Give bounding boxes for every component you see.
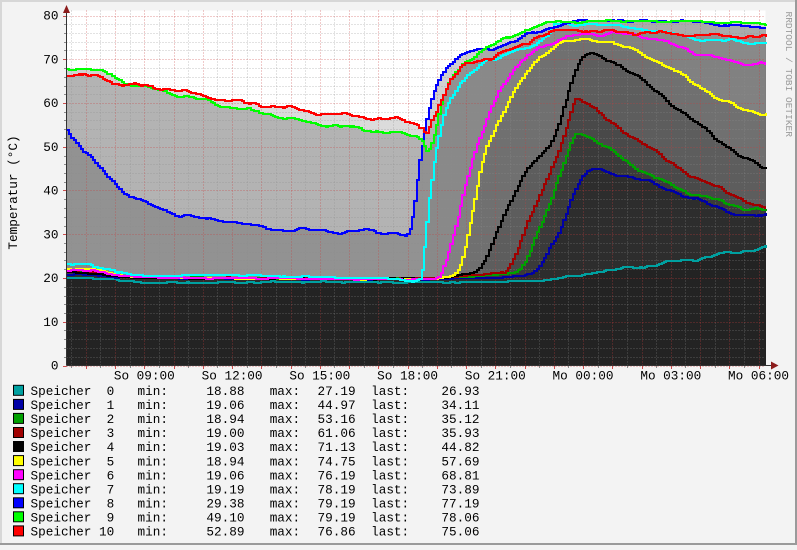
svg-text:19.06: 19.06: [206, 398, 244, 413]
svg-text:78.19: 78.19: [318, 482, 356, 497]
svg-text:70: 70: [43, 53, 58, 68]
svg-text:76.86: 76.86: [318, 525, 356, 540]
svg-text:19.06: 19.06: [206, 468, 244, 483]
svg-text:73.89: 73.89: [441, 482, 479, 497]
svg-text:last:: last:: [371, 384, 409, 399]
svg-text:Speicher 10: Speicher 10: [31, 525, 115, 540]
svg-text:Speicher 6: Speicher 6: [31, 468, 115, 483]
svg-text:49.10: 49.10: [206, 511, 244, 526]
svg-text:Speicher 3: Speicher 3: [31, 426, 115, 441]
svg-text:Speicher 0: Speicher 0: [31, 384, 115, 399]
svg-text:last:: last:: [371, 454, 409, 469]
svg-text:77.19: 77.19: [441, 497, 479, 512]
svg-text:min:: min:: [138, 497, 168, 512]
svg-text:max:: max:: [270, 482, 300, 497]
svg-text:Mo 06:00: Mo 06:00: [728, 369, 789, 384]
svg-text:18.88: 18.88: [206, 384, 244, 399]
svg-text:Speicher 7: Speicher 7: [31, 482, 115, 497]
svg-text:61.06: 61.06: [318, 426, 356, 441]
svg-text:Speicher 2: Speicher 2: [31, 412, 115, 427]
svg-text:Speicher 9: Speicher 9: [31, 511, 115, 526]
svg-text:max:: max:: [270, 497, 300, 512]
svg-text:Speicher 5: Speicher 5: [31, 454, 115, 469]
svg-text:34.11: 34.11: [441, 398, 479, 413]
svg-text:max:: max:: [270, 426, 300, 441]
svg-text:18.94: 18.94: [206, 454, 244, 469]
svg-text:last:: last:: [371, 497, 409, 512]
svg-text:Speicher 1: Speicher 1: [31, 398, 115, 413]
svg-text:Temperatur (°C): Temperatur (°C): [6, 135, 21, 249]
svg-text:last:: last:: [371, 398, 409, 413]
svg-text:min:: min:: [138, 525, 168, 540]
svg-text:26.93: 26.93: [441, 384, 479, 399]
svg-text:Mo 00:00: Mo 00:00: [553, 369, 614, 384]
svg-text:75.06: 75.06: [441, 525, 479, 540]
svg-text:max:: max:: [270, 412, 300, 427]
svg-text:40: 40: [43, 184, 58, 199]
svg-text:max:: max:: [270, 384, 300, 399]
svg-text:29.38: 29.38: [206, 497, 244, 512]
svg-text:74.75: 74.75: [318, 454, 356, 469]
svg-text:68.81: 68.81: [441, 468, 479, 483]
svg-text:19.19: 19.19: [206, 482, 244, 497]
svg-text:last:: last:: [371, 482, 409, 497]
svg-text:20: 20: [43, 271, 58, 286]
svg-text:min:: min:: [138, 468, 168, 483]
svg-text:19.03: 19.03: [206, 440, 244, 455]
svg-text:18.94: 18.94: [206, 412, 244, 427]
svg-text:44.82: 44.82: [441, 440, 479, 455]
svg-text:79.19: 79.19: [318, 511, 356, 526]
svg-text:min:: min:: [138, 426, 168, 441]
svg-text:last:: last:: [371, 468, 409, 483]
svg-text:57.69: 57.69: [441, 454, 479, 469]
svg-text:35.12: 35.12: [441, 412, 479, 427]
svg-text:min:: min:: [138, 454, 168, 469]
svg-text:min:: min:: [138, 384, 168, 399]
svg-text:27.19: 27.19: [318, 384, 356, 399]
svg-text:53.16: 53.16: [318, 412, 356, 427]
svg-text:71.13: 71.13: [318, 440, 356, 455]
svg-text:min:: min:: [138, 440, 168, 455]
svg-text:last:: last:: [371, 412, 409, 427]
svg-text:max:: max:: [270, 511, 300, 526]
svg-text:10: 10: [43, 315, 58, 330]
svg-text:last:: last:: [371, 525, 409, 540]
svg-text:max:: max:: [270, 454, 300, 469]
svg-text:max:: max:: [270, 440, 300, 455]
svg-text:50: 50: [43, 140, 58, 155]
svg-text:So 18:00: So 18:00: [377, 369, 438, 384]
svg-text:44.97: 44.97: [318, 398, 356, 413]
svg-text:RRDTOOL / TOBI OETIKER: RRDTOOL / TOBI OETIKER: [783, 12, 794, 138]
svg-text:So 15:00: So 15:00: [289, 369, 350, 384]
svg-text:80: 80: [43, 9, 58, 24]
svg-text:last:: last:: [371, 511, 409, 526]
svg-text:19.00: 19.00: [206, 426, 244, 441]
svg-text:79.19: 79.19: [318, 497, 356, 512]
svg-text:So 12:00: So 12:00: [202, 369, 263, 384]
svg-text:last:: last:: [371, 426, 409, 441]
svg-text:min:: min:: [138, 482, 168, 497]
svg-text:52.89: 52.89: [206, 525, 244, 540]
svg-text:35.93: 35.93: [441, 426, 479, 441]
svg-text:min:: min:: [138, 511, 168, 526]
svg-text:78.06: 78.06: [441, 511, 479, 526]
svg-text:min:: min:: [138, 412, 168, 427]
svg-text:max:: max:: [270, 398, 300, 413]
svg-text:76.19: 76.19: [318, 468, 356, 483]
svg-text:0: 0: [51, 359, 59, 374]
svg-text:Speicher 8: Speicher 8: [31, 497, 115, 512]
svg-text:last:: last:: [371, 440, 409, 455]
svg-text:max:: max:: [270, 468, 300, 483]
svg-text:So 21:00: So 21:00: [465, 369, 526, 384]
svg-text:60: 60: [43, 96, 58, 111]
svg-text:max:: max:: [270, 525, 300, 540]
svg-text:30: 30: [43, 227, 58, 242]
svg-text:Speicher 4: Speicher 4: [31, 440, 115, 455]
svg-text:Mo 03:00: Mo 03:00: [640, 369, 701, 384]
svg-text:min:: min:: [138, 398, 168, 413]
svg-text:So 09:00: So 09:00: [114, 369, 175, 384]
